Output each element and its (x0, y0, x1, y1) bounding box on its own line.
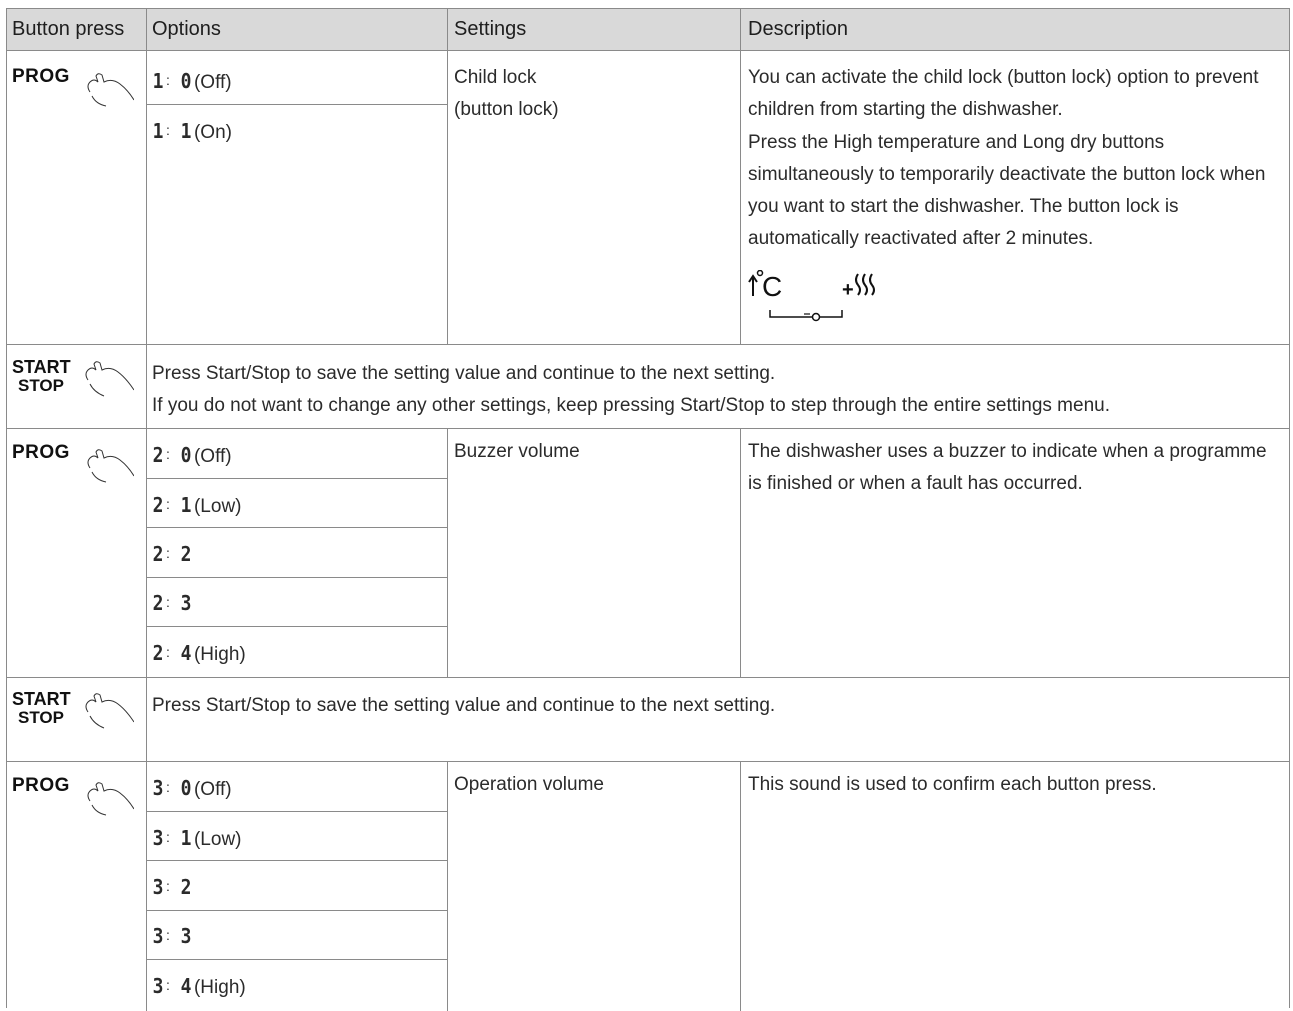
grid-line (146, 910, 447, 911)
grid-line (6, 8, 1290, 9)
header-settings: Settings (454, 18, 527, 40)
option-3-2: 3:2 (152, 875, 192, 899)
grid-line (146, 8, 147, 344)
settings-table: Button press Options Settings Descriptio… (6, 8, 1290, 1011)
svg-text:+: + (842, 279, 854, 301)
start-stop-instruction-2: If you do not want to change any other s… (152, 395, 1110, 416)
start-stop-instruction-1: Press Start/Stop to save the setting val… (152, 363, 776, 384)
grid-line (146, 344, 147, 428)
setting-child-lock-sub: (button lock) (454, 99, 559, 120)
option-2-3: 2:3 (152, 591, 192, 615)
start-stop-button-label: START STOP (12, 689, 71, 727)
option-2-1: 2:1 (Low) (152, 493, 242, 517)
buzzer-volume-description: The dishwasher uses a buzzer to indicate… (748, 441, 1267, 494)
grid-line (6, 428, 1290, 429)
grid-line (146, 811, 447, 812)
grid-line (146, 577, 447, 578)
grid-line (6, 344, 1290, 345)
grid-line (146, 104, 447, 105)
grid-line (146, 626, 447, 627)
button-lock-combination-icon: C + (748, 270, 875, 322)
prog-button-label: PROG (12, 775, 70, 796)
option-2-2: 2:2 (152, 542, 192, 566)
option-1-0: 1:0 (Off) (152, 69, 232, 93)
header-button-press: Button press (12, 18, 125, 40)
svg-text:C: C (762, 271, 782, 302)
grid-line (146, 860, 447, 861)
child-lock-description-2: Press the High temperature and Long dry … (748, 132, 1266, 249)
grid-line (447, 8, 448, 344)
grid-line (6, 50, 1290, 51)
grid-line (1289, 8, 1290, 1008)
hand-press-icon (87, 782, 134, 816)
prog-button-label: PROG (12, 442, 70, 463)
start-stop-button-label: START STOP (12, 357, 71, 395)
hand-press-icon (87, 449, 134, 483)
hand-press-icon (87, 73, 134, 107)
grid-line (146, 677, 147, 761)
setting-child-lock: Child lock (454, 67, 537, 88)
hand-press-icon (85, 361, 134, 397)
grid-line (146, 959, 447, 960)
grid-line (6, 677, 1290, 678)
option-3-0: 3:0 (Off) (152, 776, 232, 800)
option-2-0: 2:0 (Off) (152, 443, 232, 467)
grid-line (146, 428, 147, 677)
option-1-1: 1:1 (On) (152, 119, 232, 143)
prog-button-label: PROG (12, 66, 70, 87)
option-3-3: 3:3 (152, 924, 192, 948)
grid-line (740, 761, 741, 1011)
grid-line (740, 428, 741, 677)
header-description: Description (748, 18, 849, 40)
grid-line (146, 761, 147, 1011)
hand-press-icon (85, 693, 134, 729)
setting-operation-volume: Operation volume (454, 774, 604, 795)
grid-line (447, 428, 448, 677)
header-options: Options (152, 18, 221, 40)
grid-line (447, 761, 448, 1011)
child-lock-description-1: You can activate the child lock (button … (748, 67, 1259, 120)
option-3-1: 3:1 (Low) (152, 826, 242, 850)
grid-line (146, 478, 447, 479)
setting-buzzer-volume: Buzzer volume (454, 441, 580, 462)
option-3-4: 3:4 (High) (152, 974, 246, 998)
grid-line (146, 527, 447, 528)
start-stop-instruction: Press Start/Stop to save the setting val… (152, 695, 776, 716)
grid-line (740, 8, 741, 344)
operation-volume-description: This sound is used to confirm each butto… (748, 774, 1157, 795)
grid-line (6, 761, 1290, 762)
grid-line (6, 8, 7, 1008)
option-2-4: 2:4 (High) (152, 641, 246, 665)
